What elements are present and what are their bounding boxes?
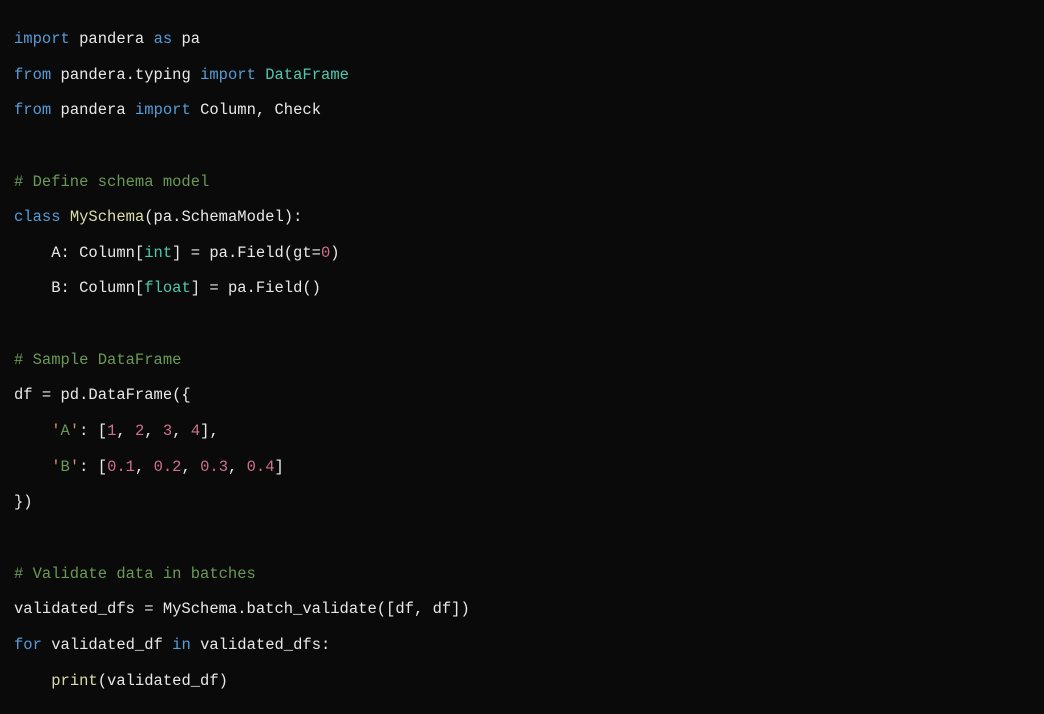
code-line: validated_dfs = MySchema.batch_validate(…: [14, 600, 470, 618]
code-line: }): [14, 493, 33, 511]
code-line: print(validated_df): [14, 672, 228, 690]
code-line: 'A': [1, 2, 3, 4],: [14, 422, 219, 440]
code-line: 'B': [0.1, 0.2, 0.3, 0.4]: [14, 458, 284, 476]
code-line: # Validate data in batches: [14, 565, 256, 583]
code-line: df = pd.DataFrame({: [14, 386, 191, 404]
code-line: from pandera.typing import DataFrame: [14, 66, 349, 84]
code-line: # Sample DataFrame: [14, 351, 181, 369]
code-line: B: Column[float] = pa.Field(): [14, 279, 321, 297]
code-block: import pandera as pa from pandera.typing…: [14, 22, 1030, 699]
code-line: import pandera as pa: [14, 30, 200, 48]
code-line: for validated_df in validated_dfs:: [14, 636, 330, 654]
code-line: # Define schema model: [14, 173, 209, 191]
code-line: from pandera import Column, Check: [14, 101, 321, 119]
code-line: A: Column[int] = pa.Field(gt=0): [14, 244, 340, 262]
code-line: class MySchema(pa.SchemaModel):: [14, 208, 302, 226]
